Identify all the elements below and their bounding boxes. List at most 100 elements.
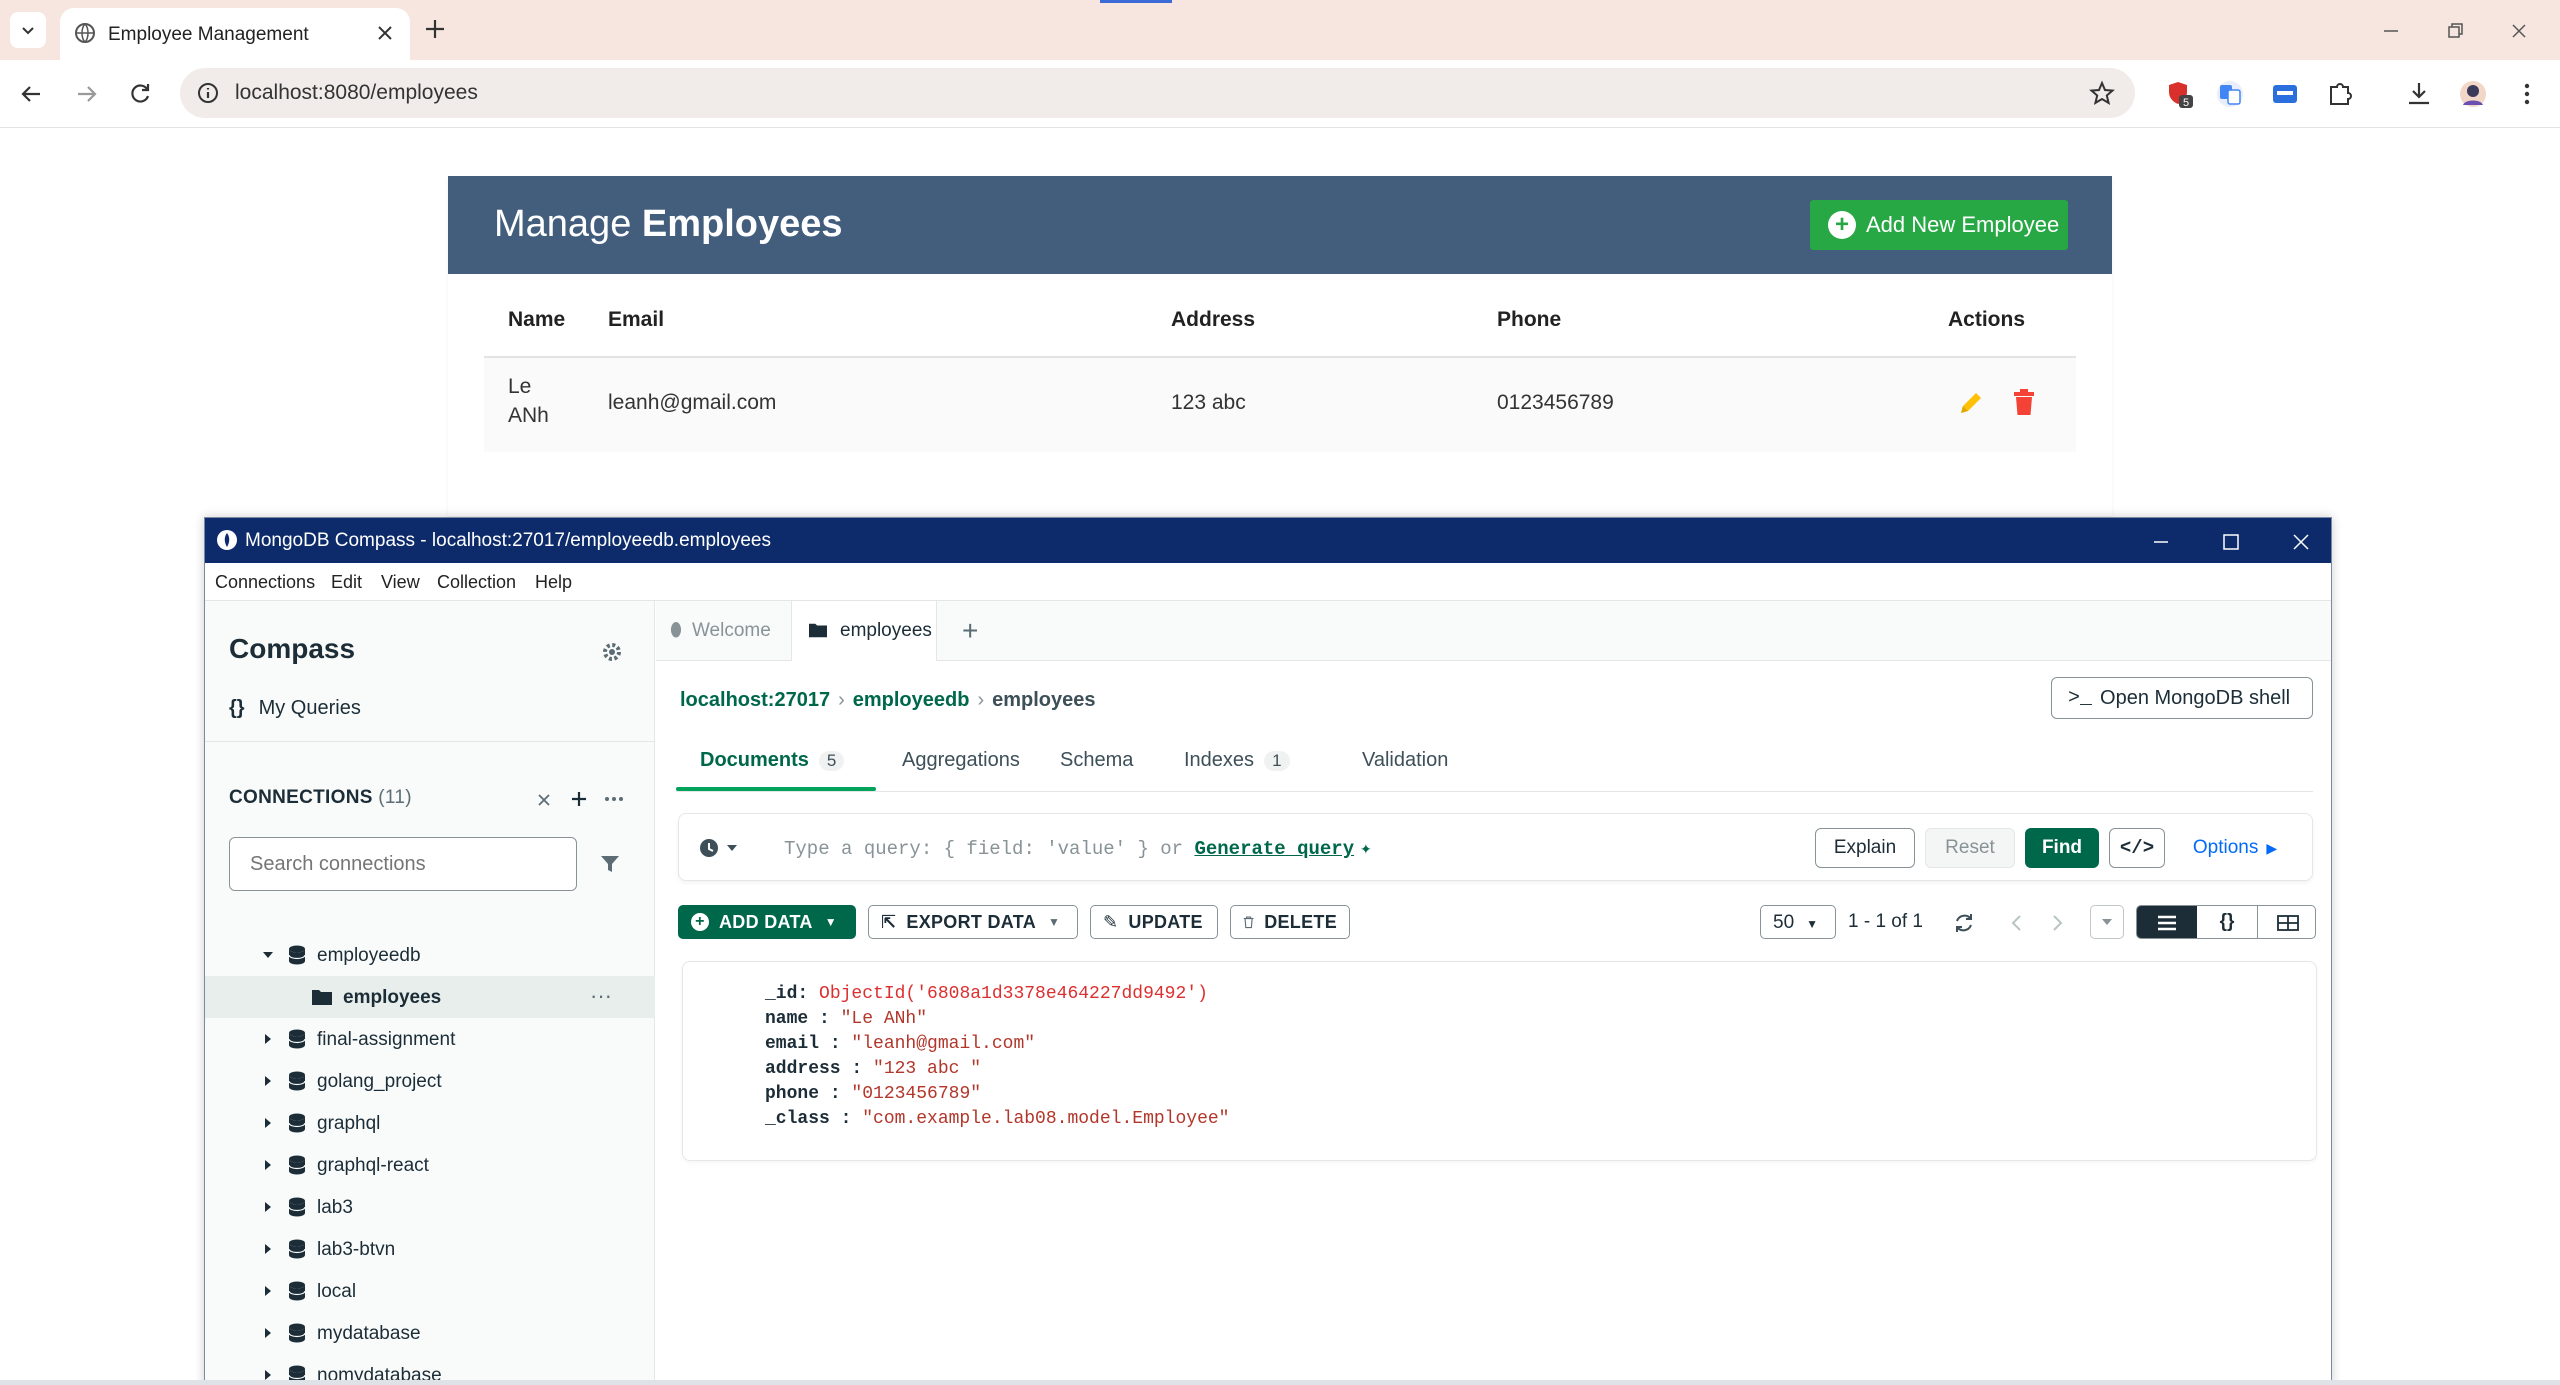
chevron-right-icon: › [838,689,845,711]
json-view-button[interactable]: {} [2197,906,2257,938]
menu-view[interactable]: View [381,572,420,593]
globe-icon [75,23,95,43]
menu-edit[interactable]: Edit [331,572,362,593]
extension-shield-icon[interactable]: 5 [2165,79,2195,109]
filter-icon[interactable] [599,853,621,875]
table-view-button[interactable] [2257,906,2315,938]
tree-db-lab3-btvn[interactable]: lab3-btvn [205,1228,655,1270]
connections-count: (11) [378,787,412,808]
tree-db-graphql-react[interactable]: graphql-react [205,1144,655,1186]
add-data-button[interactable]: + ADD DATA ▼ [678,905,856,939]
tree-db-local[interactable]: local [205,1270,655,1312]
generate-query-link[interactable]: Generate query [1194,838,1354,860]
tree-db-golang-project[interactable]: golang_project [205,1060,655,1102]
leaf-icon [224,533,230,547]
view-toggle: {} [2136,905,2316,939]
caret-right-icon[interactable] [261,1074,275,1088]
tree-collection-employees[interactable]: employees ··· [205,976,655,1018]
chevron-right-icon[interactable] [2048,911,2068,935]
subtab-documents[interactable]: Documents 5 [700,749,845,772]
expand-docs-button[interactable] [2090,905,2124,939]
caret-right-icon[interactable] [261,1326,275,1340]
query-history-clock-icon[interactable] [699,838,743,858]
db-label: local [317,1281,357,1302]
bookmark-star-icon[interactable] [2089,80,2115,106]
delete-button[interactable]: DELETE [1230,905,1350,939]
breadcrumb-host[interactable]: localhost:27017 [680,689,830,711]
update-label: UPDATE [1128,911,1203,932]
more-horizontal-icon[interactable]: ··· [590,983,612,1009]
document-card[interactable]: _id: ObjectId('6808a1d3378e464227dd9492'… [682,961,2317,1161]
window-close-icon[interactable] [2289,530,2313,554]
forward-arrow-icon[interactable] [72,80,100,108]
edit-pencil-icon[interactable] [1956,388,1986,418]
delete-trash-icon[interactable] [2011,387,2037,417]
more-horizontal-icon[interactable] [603,789,625,809]
info-icon[interactable] [196,81,220,105]
extension-card-icon[interactable] [2270,79,2300,109]
caret-right-icon[interactable] [261,1242,275,1256]
caret-right-icon[interactable] [261,1032,275,1046]
new-tab-plus-icon[interactable] [420,14,450,44]
export-code-button[interactable]: </> [2109,828,2165,868]
search-connections-input[interactable] [229,837,577,891]
browser-tab-active[interactable]: Employee Management [60,8,410,60]
caret-right-icon[interactable] [261,1200,275,1214]
profile-avatar-icon[interactable] [2458,79,2488,109]
menu-help[interactable]: Help [535,572,572,593]
maximize-icon[interactable] [2219,530,2243,554]
subtab-aggregations[interactable]: Aggregations [902,749,1020,772]
tab-search-button[interactable] [10,12,46,48]
translate-icon[interactable] [2215,79,2245,109]
tree-db-lab3[interactable]: lab3 [205,1186,655,1228]
open-shell-button[interactable]: >_ Open MongoDB shell [2051,677,2313,719]
tab-employees[interactable]: employees [791,601,937,661]
tab-welcome[interactable]: ⬮ Welcome [670,620,771,642]
menu-connections[interactable]: Connections [215,572,315,593]
reload-icon[interactable] [126,80,154,108]
add-connection-plus-icon[interactable] [569,789,589,809]
subtab-validation[interactable]: Validation [1362,749,1448,772]
window-close-icon[interactable] [2504,16,2534,46]
caret-right-icon[interactable] [261,1158,275,1172]
tree-db-mydatabase[interactable]: mydatabase [205,1312,655,1354]
chevron-left-icon[interactable] [2006,911,2026,935]
query-input[interactable]: Type a query: { field: 'value' } or Gene… [784,837,1372,860]
minimize-icon[interactable] [2376,16,2406,46]
minimize-icon[interactable] [2149,530,2173,554]
tree-db-final-assignment[interactable]: final-assignment [205,1018,655,1060]
caret-down-icon [2102,919,2112,925]
restore-icon[interactable] [2440,16,2470,46]
explain-button[interactable]: Explain [1815,828,1915,868]
sidebar-my-queries[interactable]: {} My Queries [229,697,361,720]
breadcrumb-database[interactable]: employeedb [853,689,970,711]
download-icon[interactable] [2404,79,2434,109]
puzzle-extensions-icon[interactable] [2325,79,2355,109]
collapse-icon[interactable] [535,791,553,809]
options-button[interactable]: Options ▶ [2185,828,2285,868]
more-vert-icon[interactable] [2515,79,2539,109]
gear-icon[interactable] [601,641,623,663]
page-size-select[interactable]: 50 ▼ [1760,905,1836,939]
find-button[interactable]: Find [2025,828,2099,868]
new-tab-plus-icon[interactable]: + [962,615,978,647]
query-placeholder: Type a query: { field: 'value' } or [784,838,1195,860]
caret-right-icon[interactable] [261,1116,275,1130]
caret-down-icon[interactable] [261,948,275,962]
back-arrow-icon[interactable] [18,80,46,108]
export-data-button[interactable]: ⇱ EXPORT DATA ▼ [868,905,1078,939]
tree-db-graphql[interactable]: graphql [205,1102,655,1144]
add-employee-button[interactable]: + Add New Employee [1810,200,2068,250]
reset-button[interactable]: Reset [1925,828,2015,868]
address-bar[interactable]: localhost:8080/employees [180,68,2135,118]
list-view-button[interactable] [2137,906,2197,938]
tree-db-employeedb[interactable]: employeedb [205,934,655,976]
refresh-icon[interactable] [1952,911,1976,935]
subtab-indexes[interactable]: Indexes 1 [1184,749,1290,772]
menu-collection[interactable]: Collection [437,572,516,593]
update-button[interactable]: ✎ UPDATE [1090,905,1218,939]
caret-right-icon[interactable] [261,1284,275,1298]
close-icon[interactable] [373,21,397,45]
subtab-schema[interactable]: Schema [1060,749,1133,772]
active-subtab-underline [676,787,876,791]
